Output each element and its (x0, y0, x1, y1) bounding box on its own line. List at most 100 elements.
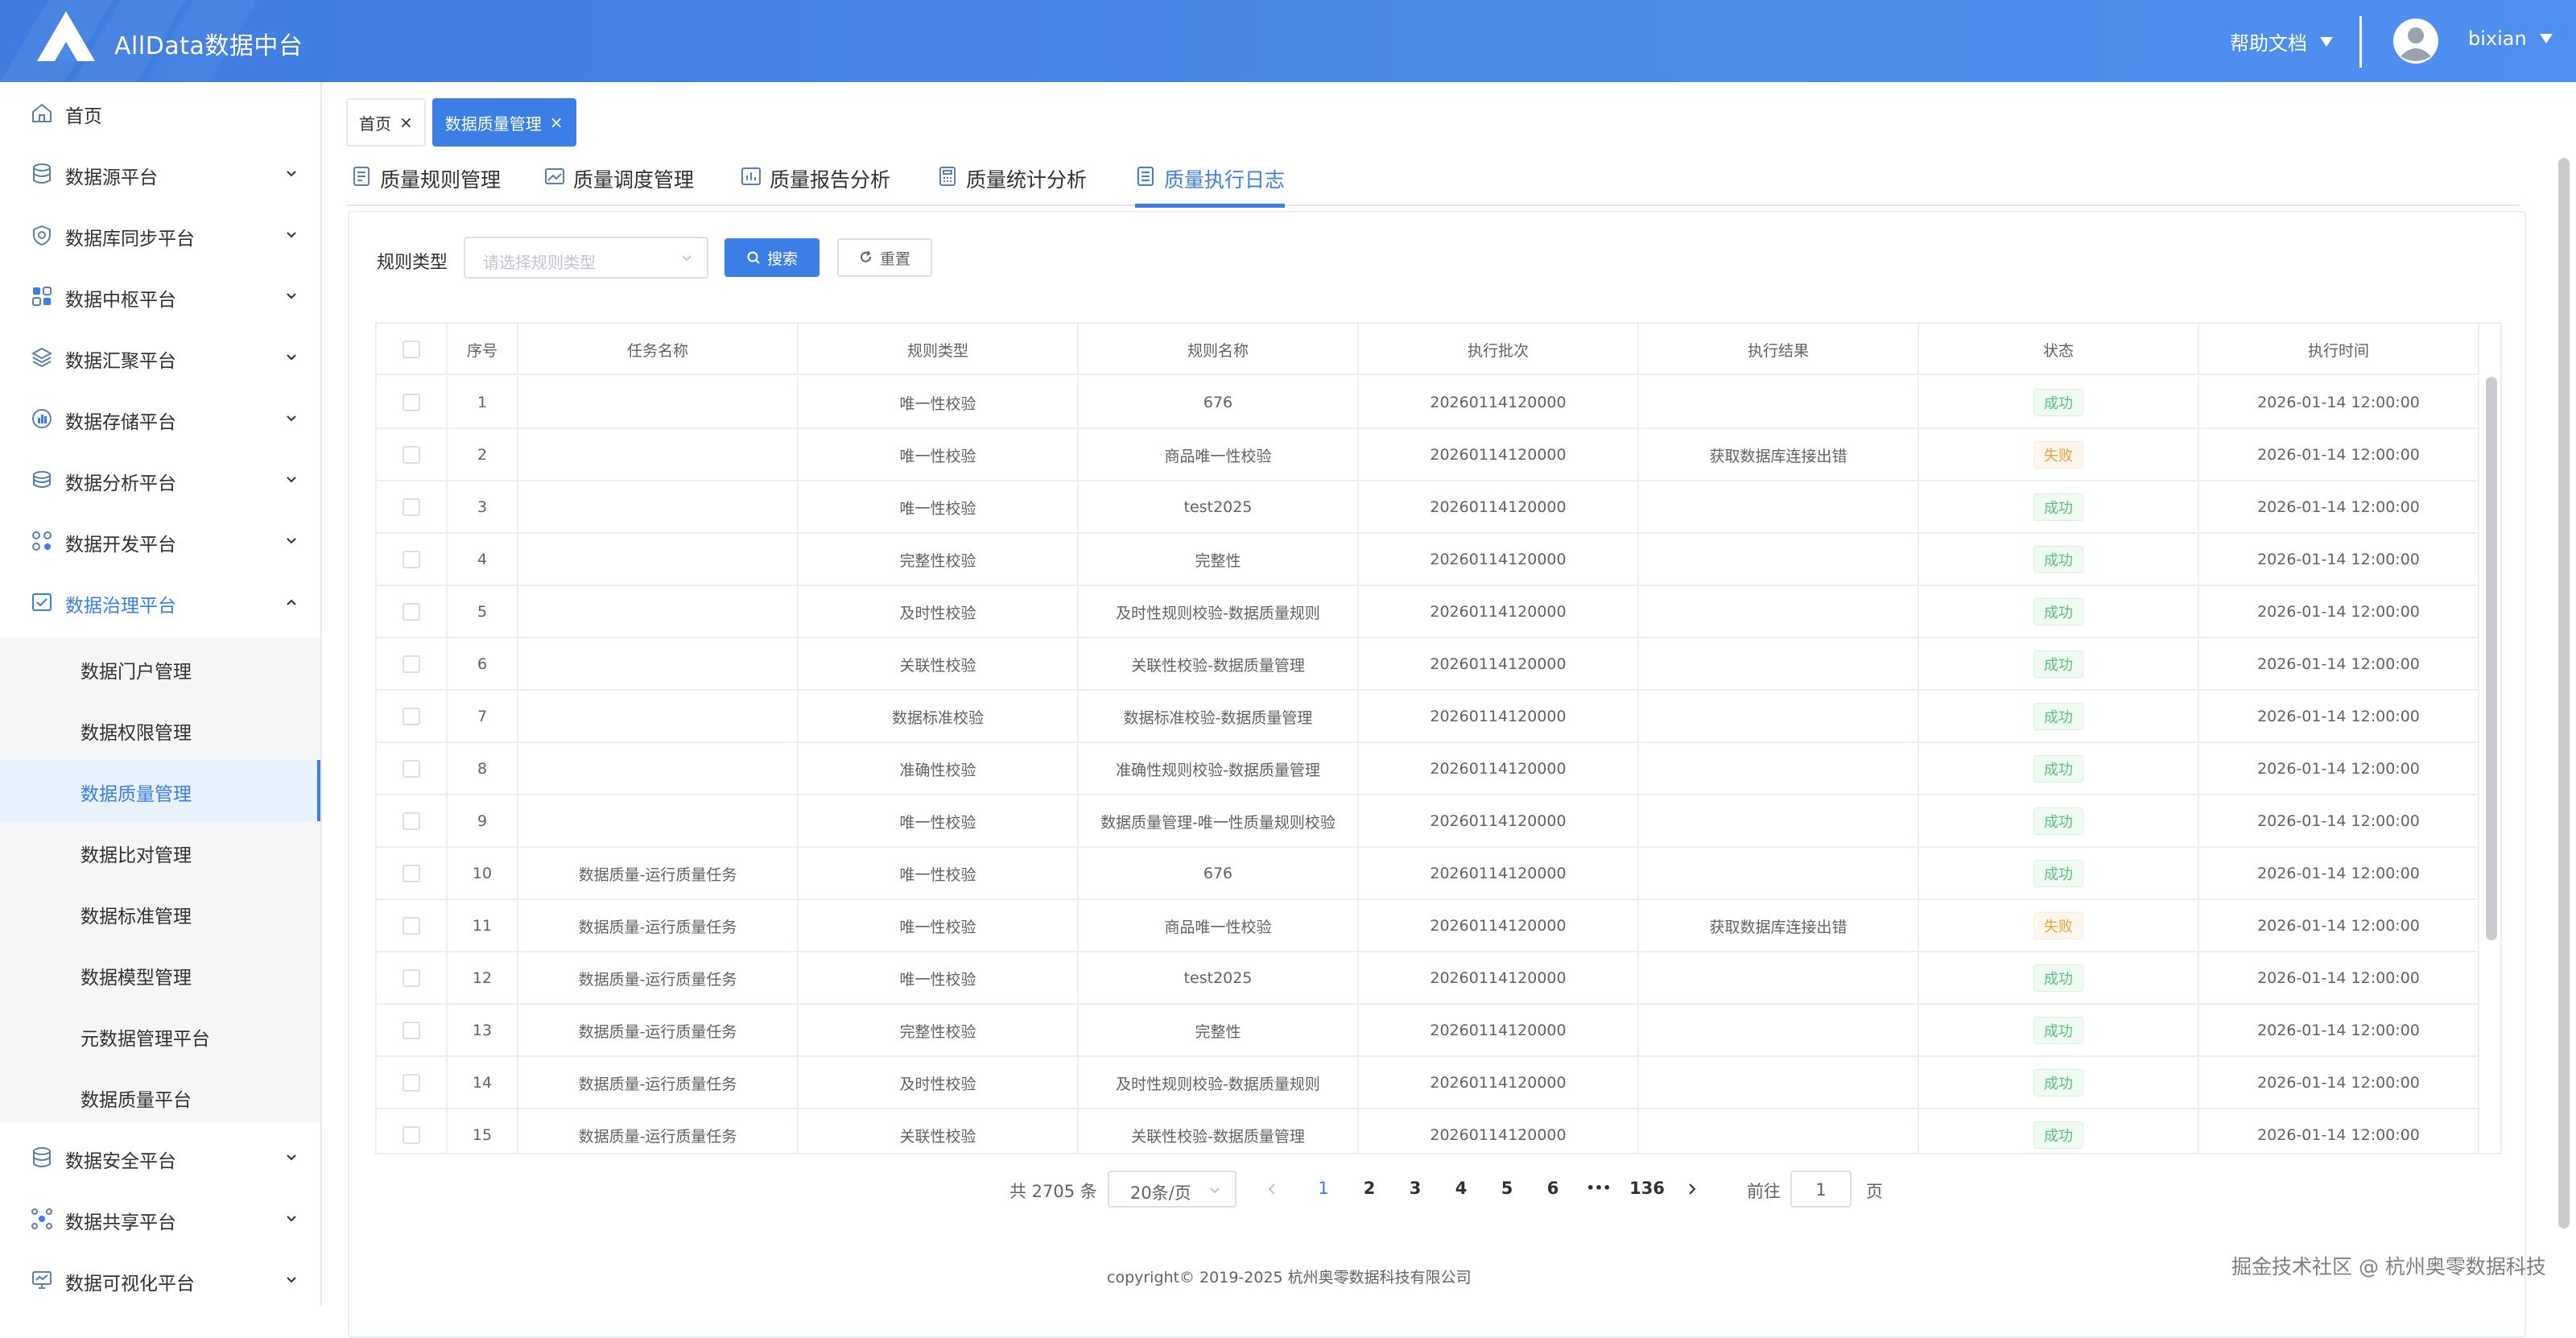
column-header: 状态 (1919, 324, 2199, 375)
home-icon (32, 103, 52, 122)
next-page-icon[interactable] (1686, 1182, 1699, 1196)
chevron-down-icon (287, 415, 296, 422)
sidebar-subitem-quality[interactable]: 数据质量管理 (0, 760, 320, 821)
security-db-icon (33, 1147, 51, 1167)
table-row[interactable]: 5 及时性校验 及时性规则校验-数据质量规则 20260114120000 成功 2026… (377, 586, 2479, 638)
sidebar-subitem-compare[interactable]: 数据比对管理 (0, 821, 320, 882)
more-pages-ellipsis[interactable]: ••• (1583, 1180, 1615, 1196)
sidebar-item-hub[interactable]: 数据中枢平台 (0, 266, 320, 327)
table-row[interactable]: 12 数据质量-运行质量任务 唯一性校验 test2025 20260114120000… (377, 952, 2479, 1005)
tab-statistics-analysis[interactable]: 质量统计分析 (937, 164, 1087, 206)
page-number[interactable]: 6 (1537, 1179, 1569, 1198)
row-checkbox-cell (377, 377, 448, 428)
row-checkbox[interactable] (402, 1126, 420, 1144)
table-row[interactable]: 4 完整性校验 完整性 20260114120000 成功 2026-01-14 12:0… (377, 534, 2479, 586)
sidebar-item-dev[interactable]: 数据开发平台 (0, 510, 320, 572)
sidebar-subitem-model[interactable]: 数据模型管理 (0, 944, 320, 1005)
page-number[interactable]: 1 (1307, 1179, 1340, 1198)
row-checkbox[interactable] (402, 969, 420, 987)
sidebar-subitem-quality-platform[interactable]: 数据质量平台 (0, 1066, 320, 1127)
sidebar-item-db-sync[interactable]: 数据库同步平台 (0, 204, 320, 266)
sidebar-subitem-metadata[interactable]: 元数据管理平台 (0, 1005, 320, 1066)
prev-page-icon[interactable] (1265, 1182, 1278, 1196)
sidebar-subitem-permission[interactable]: 数据权限管理 (0, 699, 320, 760)
sidebar-item-aggregation[interactable]: 数据汇聚平台 (0, 327, 320, 388)
select-all-checkbox[interactable] (402, 341, 420, 358)
rule-type-select[interactable]: 请选择规则类型 (464, 237, 708, 279)
sidebar-item-analysis[interactable]: 数据分析平台 (0, 449, 320, 510)
sidebar-item-storage[interactable]: 数据存储平台 (0, 388, 320, 449)
page-number[interactable]: 2 (1353, 1179, 1385, 1198)
tag-quality[interactable]: 数据质量管理 × (431, 98, 576, 147)
goto-page-input[interactable]: 1 (1790, 1171, 1852, 1208)
cell-result (1639, 691, 1919, 742)
table-row[interactable]: 1 唯一性校验 676 20260114120000 成功 2026-01-14 12:0… (377, 377, 2479, 429)
table-row[interactable]: 3 唯一性校验 test2025 20260114120000 成功 2026-01-14… (377, 481, 2479, 534)
row-checkbox[interactable] (402, 603, 420, 621)
alldata-logo-icon[interactable] (37, 11, 95, 61)
table-row[interactable]: 8 准确性校验 准确性规则校验-数据质量管理 20260114120000 成功 2026… (377, 743, 2479, 795)
cell-time: 2026-01-14 12:00:00 (2199, 743, 2479, 795)
table-row[interactable]: 2 唯一性校验 商品唯一性校验 20260114120000 获取数据库连接出错 失败 20… (377, 429, 2479, 481)
page-number-last[interactable]: 136 (1624, 1179, 1670, 1198)
row-checkbox[interactable] (402, 708, 420, 725)
row-checkbox[interactable] (402, 865, 420, 882)
table-row[interactable]: 11 数据质量-运行质量任务 唯一性校验 商品唯一性校验 20260114120000 获… (377, 900, 2479, 952)
grid-icon (32, 287, 52, 306)
row-checkbox[interactable] (402, 655, 420, 673)
row-checkbox[interactable] (402, 917, 420, 935)
page-number[interactable]: 4 (1445, 1179, 1477, 1198)
page-number[interactable]: 5 (1491, 1179, 1523, 1198)
row-checkbox[interactable] (402, 1074, 420, 1092)
sidebar-subitem-portal[interactable]: 数据门户管理 (0, 638, 320, 699)
sidebar-item-share[interactable]: 数据共享平台 (0, 1188, 320, 1249)
table-row[interactable]: 15 数据质量-运行质量任务 关联性校验 关联性校验-数据质量管理 2026011412… (377, 1109, 2479, 1153)
column-header: 规则名称 (1079, 324, 1359, 375)
cell-no: 7 (448, 691, 518, 742)
page-number[interactable]: 3 (1399, 1179, 1431, 1198)
sidebar-subitem-standard[interactable]: 数据标准管理 (0, 882, 320, 944)
page-scrollbar[interactable] (2558, 158, 2570, 1229)
bar-chart-icon (741, 167, 761, 185)
page-size-select[interactable]: 20条/页 (1108, 1171, 1236, 1208)
help-docs-menu[interactable]: 帮助文档 (2230, 27, 2333, 56)
document-icon (353, 167, 369, 186)
row-checkbox[interactable] (402, 498, 420, 516)
tag-home[interactable]: 首页 × (346, 98, 426, 147)
tab-report-analysis[interactable]: 质量报告分析 (741, 164, 890, 206)
close-icon[interactable]: × (550, 114, 564, 130)
sidebar-item-visualization[interactable]: 数据可视化平台 (0, 1249, 320, 1306)
sidebar-item-security[interactable]: 数据安全平台 (0, 1127, 320, 1188)
table-row[interactable]: 7 数据标准校验 数据标准校验-数据质量管理 20260114120000 成功 2026… (377, 691, 2479, 743)
table-row[interactable]: 14 数据质量-运行质量任务 及时性校验 及时性规则校验-数据质量规则 20260114… (377, 1057, 2479, 1109)
row-checkbox[interactable] (402, 394, 420, 411)
row-checkbox[interactable] (402, 760, 420, 778)
user-avatar-icon[interactable] (2392, 18, 2439, 64)
table-row[interactable]: 13 数据质量-运行质量任务 完整性校验 完整性 20260114120000 成功 202… (377, 1005, 2479, 1057)
tab-label: 质量调度管理 (573, 168, 695, 192)
execution-log-panel: 规则类型 请选择规则类型 搜索 重置 序号 任务名称 规则类型 规则名称 执行批… (348, 211, 2526, 1338)
user-menu[interactable]: bixian (2468, 27, 2553, 50)
cell-batch: 20260114120000 (1359, 377, 1639, 428)
table-row[interactable]: 10 数据质量-运行质量任务 唯一性校验 676 20260114120000 成功 202… (377, 848, 2479, 900)
table-row[interactable]: 9 唯一性校验 数据质量管理-唯一性质量规则校验 20260114120000 成功 20… (377, 795, 2479, 848)
reset-button[interactable]: 重置 (837, 238, 932, 277)
tab-rule-management[interactable]: 质量规则管理 (351, 164, 501, 206)
row-checkbox[interactable] (402, 1022, 420, 1039)
tab-schedule-management[interactable]: 质量调度管理 (544, 164, 694, 206)
tags-view: 首页 × 数据质量管理 × (346, 98, 576, 147)
chevron-down-icon (287, 293, 296, 299)
table-row[interactable]: 6 关联性校验 关联性校验-数据质量管理 20260114120000 成功 2026-0… (377, 638, 2479, 691)
close-icon[interactable]: × (399, 114, 413, 130)
search-button[interactable]: 搜索 (724, 238, 819, 277)
row-checkbox[interactable] (402, 812, 420, 830)
sidebar-item-governance[interactable]: 数据治理平台 (0, 572, 320, 633)
cell-task (518, 743, 799, 795)
tab-execution-log[interactable]: 质量执行日志 (1135, 164, 1286, 208)
chevron-down-icon (1210, 1187, 1220, 1194)
sidebar-item-home[interactable]: 首页 (0, 82, 320, 143)
row-checkbox[interactable] (402, 446, 420, 464)
table-scrollbar[interactable] (2486, 377, 2497, 940)
sidebar-item-datasource[interactable]: 数据源平台 (0, 143, 320, 204)
row-checkbox[interactable] (402, 551, 420, 568)
